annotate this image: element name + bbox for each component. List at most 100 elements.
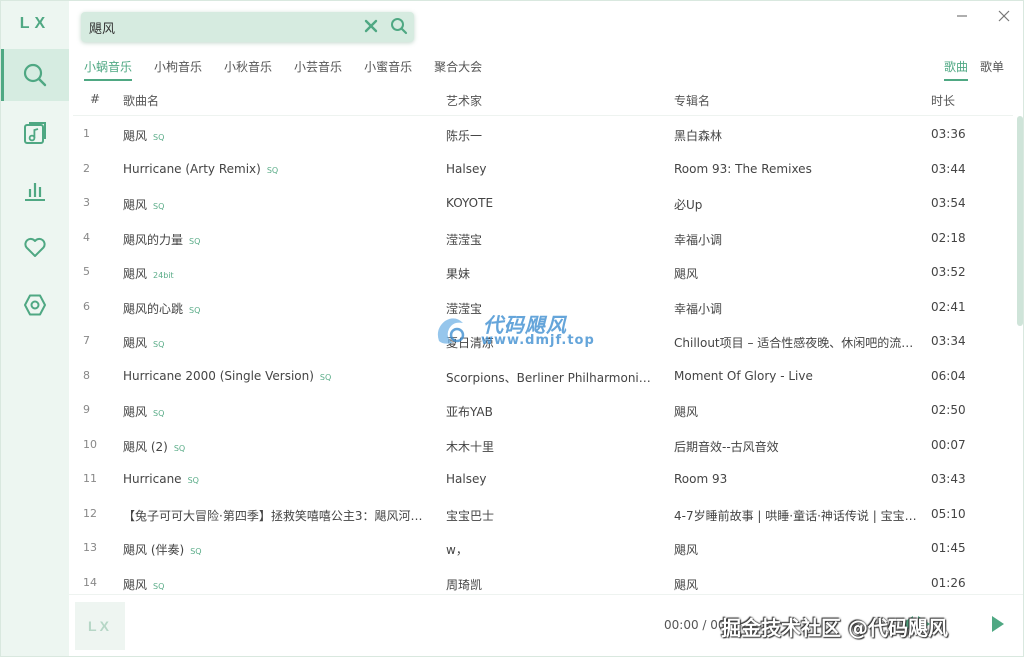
album: 幸福小调 bbox=[674, 233, 723, 247]
artist: 果妹 bbox=[446, 267, 471, 281]
row-num: 8 bbox=[83, 369, 90, 382]
duration: 03:54 bbox=[931, 196, 966, 210]
tab-source-6[interactable]: 聚合大会 bbox=[434, 58, 482, 81]
music-list-icon bbox=[24, 122, 46, 144]
album: 飓风 bbox=[674, 267, 699, 281]
table-row[interactable]: 10 飓风 (2) SQ 木木十里 后期音效--古风音效 00:07 bbox=[73, 428, 1013, 462]
row-num: 9 bbox=[83, 403, 90, 416]
song-name: 飓风的心跳 SQ bbox=[123, 302, 201, 316]
artist: Halsey bbox=[446, 162, 487, 176]
artist: 陈乐一 bbox=[446, 129, 483, 143]
song-name: 【兔子可可大冒险·第四季】拯救笑嘻嘻公主3：飓风河【...HQ bbox=[123, 509, 433, 523]
search-input[interactable] bbox=[89, 16, 359, 38]
app-window: LX 小蜗音乐 小枸音乐 小秋音乐 小芸音乐 小蜜音乐 聚合大会 bbox=[0, 0, 1024, 657]
quality-badge: SQ bbox=[173, 444, 186, 453]
row-num: 6 bbox=[83, 300, 90, 313]
nav-song-list[interactable] bbox=[1, 107, 69, 159]
song-name: 飓风 SQ bbox=[123, 578, 165, 592]
row-num: 7 bbox=[83, 334, 90, 347]
quality-badge: SQ bbox=[153, 340, 165, 349]
album: 4-7岁睡前故事 | 哄睡·童话·神话传说 | 宝宝巴士 bbox=[674, 509, 922, 523]
album: Room 93: The Remixes bbox=[674, 162, 812, 176]
header-duration: 时长 bbox=[931, 94, 956, 108]
close-icon[interactable] bbox=[997, 9, 1011, 23]
album: Room 93 bbox=[674, 472, 728, 486]
row-num: 2 bbox=[83, 162, 90, 175]
tab-source-1[interactable]: 小蜗音乐 bbox=[84, 58, 133, 81]
artist: 亚布YAB bbox=[446, 405, 493, 419]
row-num: 13 bbox=[83, 541, 97, 554]
tab-source-2[interactable]: 小枸音乐 bbox=[154, 58, 202, 81]
table-row[interactable]: 8 Hurricane 2000 (Single Version) SQ Scor… bbox=[73, 359, 1013, 393]
duration: 03:36 bbox=[931, 127, 966, 141]
table-row[interactable]: 3 飓风 SQ KOYOTE 必Up 03:54 bbox=[73, 186, 1013, 220]
duration: 03:43 bbox=[931, 472, 966, 486]
quality-badge: SQ bbox=[153, 202, 165, 211]
scrollbar[interactable] bbox=[1017, 116, 1023, 326]
type-tabs: 歌曲 歌单 bbox=[944, 58, 1016, 81]
settings-icon bbox=[24, 294, 46, 316]
next-icon[interactable] bbox=[989, 613, 1007, 635]
quality-badge: SQ bbox=[189, 306, 201, 315]
nav-search[interactable] bbox=[1, 49, 69, 101]
minimize-icon[interactable] bbox=[955, 9, 969, 23]
quality-badge: SQ bbox=[153, 582, 165, 591]
song-name: 飓风 SQ bbox=[123, 336, 165, 350]
search-submit-icon[interactable] bbox=[390, 17, 408, 35]
header-album: 专辑名 bbox=[674, 94, 711, 108]
nav-favorites[interactable] bbox=[1, 221, 69, 273]
duration: 06:04 bbox=[931, 369, 966, 383]
row-num: 12 bbox=[83, 507, 97, 520]
album: 飓风 bbox=[674, 543, 699, 557]
tab-source-3[interactable]: 小秋音乐 bbox=[224, 58, 272, 81]
nav-leaderboard[interactable] bbox=[1, 164, 69, 216]
duration: 05:10 bbox=[931, 507, 966, 521]
table-row[interactable]: 5 飓风 24bit 果妹 飓风 03:52 bbox=[73, 255, 1013, 289]
album: 飓风 bbox=[674, 578, 699, 592]
duration: 01:45 bbox=[931, 541, 966, 555]
quality-badge: SQ bbox=[153, 133, 165, 142]
song-name: 飓风 SQ bbox=[123, 405, 165, 419]
tab-playlists[interactable]: 歌单 bbox=[980, 58, 1004, 81]
row-num: 14 bbox=[83, 576, 97, 589]
divider bbox=[73, 115, 1013, 116]
album: 飓风 bbox=[674, 405, 699, 419]
watermark-bottom: 掘金技术社区 @代码飓风 bbox=[721, 616, 948, 640]
duration: 03:44 bbox=[931, 162, 966, 176]
row-num: 5 bbox=[83, 265, 90, 278]
tab-source-4[interactable]: 小芸音乐 bbox=[294, 58, 342, 81]
song-name: 飓风 (伴奏) SQ bbox=[123, 543, 202, 557]
duration: 02:18 bbox=[931, 231, 966, 245]
quality-badge: SQ bbox=[187, 476, 199, 485]
album-cover[interactable]: LX bbox=[75, 602, 125, 650]
tab-source-5[interactable]: 小蜜音乐 bbox=[364, 58, 412, 81]
song-name: Hurricane (Arty Remix) SQ bbox=[123, 162, 279, 176]
table-row[interactable]: 1 飓风 SQ 陈乐一 黑白森林 03:36 bbox=[73, 117, 1013, 151]
song-name: 飓风 SQ bbox=[123, 129, 165, 143]
album: 后期音效--古风音效 bbox=[674, 440, 779, 454]
duration: 02:50 bbox=[931, 403, 966, 417]
table-row[interactable]: 9 飓风 SQ 亚布YAB 飓风 02:50 bbox=[73, 393, 1013, 427]
song-name: Hurricane 2000 (Single Version) SQ bbox=[123, 369, 332, 383]
quality-badge: SQ bbox=[266, 166, 279, 175]
table-row[interactable]: 13 飓风 (伴奏) SQ w， 飓风 01:45 bbox=[73, 531, 1013, 565]
table-row[interactable]: 12 【兔子可可大冒险·第四季】拯救笑嘻嘻公主3：飓风河【...HQ 宝宝巴士 … bbox=[73, 497, 1013, 531]
artist: Scorpions、Berliner Philharmoniker bbox=[446, 371, 651, 385]
artist: w， bbox=[446, 543, 468, 557]
table-row[interactable]: 4 飓风的力量 SQ 滢滢宝 幸福小调 02:18 bbox=[73, 221, 1013, 255]
table-row[interactable]: 11 Hurricane SQ Halsey Room 93 03:43 bbox=[73, 462, 1013, 496]
table-row[interactable]: 2 Hurricane (Arty Remix) SQ Halsey Room 9… bbox=[73, 152, 1013, 186]
duration: 03:52 bbox=[931, 265, 966, 279]
tab-songs[interactable]: 歌曲 bbox=[944, 58, 969, 81]
header-artist: 艺术家 bbox=[446, 94, 483, 108]
artist: 滢滢宝 bbox=[446, 233, 483, 247]
clear-icon[interactable] bbox=[363, 18, 379, 34]
album: 幸福小调 bbox=[674, 302, 723, 316]
row-num: 1 bbox=[83, 127, 90, 140]
album: 必Up bbox=[674, 198, 703, 212]
quality-badge: SQ bbox=[319, 373, 332, 382]
nav-settings[interactable] bbox=[1, 279, 69, 331]
header-num: # bbox=[90, 92, 101, 106]
artist: Halsey bbox=[446, 472, 487, 486]
quality-badge: 24bit bbox=[153, 271, 174, 280]
